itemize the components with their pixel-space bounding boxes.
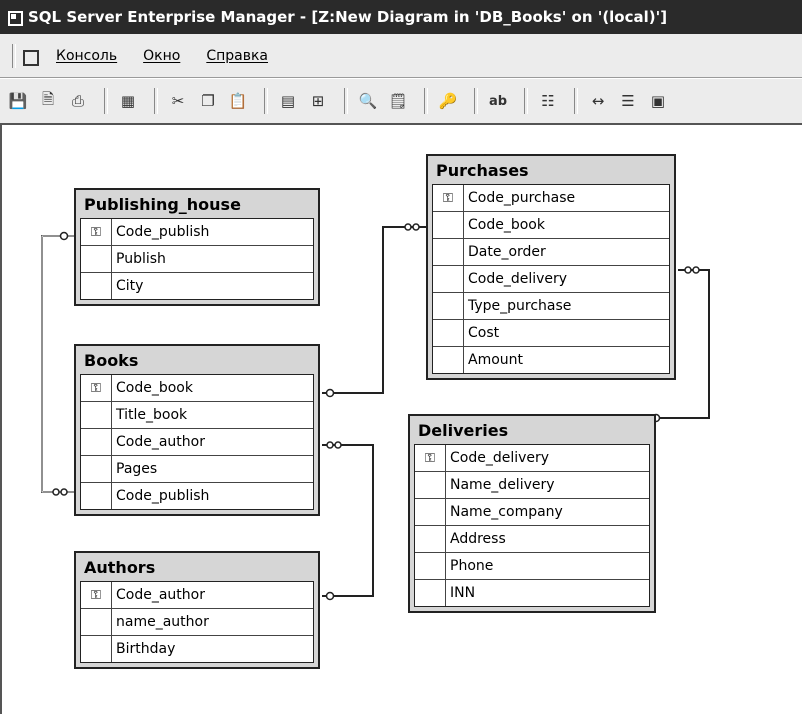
field-row[interactable]: INN xyxy=(415,580,649,606)
row-selector[interactable] xyxy=(81,273,112,299)
field-row[interactable]: ⚿ Code_purchase xyxy=(433,185,669,212)
field-name: INN xyxy=(450,585,476,601)
field-name: Name_delivery xyxy=(450,477,555,493)
field-name: Address xyxy=(450,531,506,547)
field-list: ⚿ Code_purchase Code_book Date_order Code_de… xyxy=(432,184,670,374)
field-name: Code_book xyxy=(468,217,545,233)
primary-key-icon[interactable]: ⚿ xyxy=(433,185,464,211)
table-books[interactable]: Books ⚿ Code_book Title_book Code_author Pag… xyxy=(74,344,320,516)
field-row[interactable]: Amount xyxy=(433,347,669,373)
table-authors[interactable]: Authors ⚿ Code_author name_author Birthday xyxy=(74,551,320,669)
primary-key-icon[interactable]: ⚿ xyxy=(81,375,112,401)
field-name: Code_delivery xyxy=(468,271,568,287)
row-selector[interactable] xyxy=(81,609,112,635)
field-list: ⚿ Code_publish Publish City xyxy=(80,218,314,300)
field-list: ⚿ Code_book Title_book Code_author Pages Code… xyxy=(80,374,314,510)
field-row[interactable]: Code_author xyxy=(81,429,313,456)
field-row[interactable]: Address xyxy=(415,526,649,553)
row-selector[interactable] xyxy=(433,266,464,292)
field-name: Code_author xyxy=(116,587,205,603)
row-selector[interactable] xyxy=(81,636,112,662)
field-row[interactable]: Title_book xyxy=(81,402,313,429)
relation-authors-books xyxy=(322,444,374,597)
field-row[interactable]: ⚿ Code_book xyxy=(81,375,313,402)
field-name: City xyxy=(116,278,144,294)
row-selector[interactable] xyxy=(415,526,446,552)
row-selector[interactable] xyxy=(415,499,446,525)
row-selector[interactable] xyxy=(433,320,464,346)
field-name: Birthday xyxy=(116,641,176,657)
row-selector[interactable] xyxy=(81,456,112,482)
field-row[interactable]: Code_delivery xyxy=(433,266,669,293)
field-name: Title_book xyxy=(116,407,188,423)
row-selector[interactable] xyxy=(81,246,112,272)
row-selector[interactable] xyxy=(415,472,446,498)
table-title: Authors xyxy=(84,558,156,577)
table-title: Books xyxy=(84,351,139,370)
table-title: Publishing_house xyxy=(84,195,241,214)
field-name: Code_author xyxy=(116,434,205,450)
field-row[interactable]: ⚿ Code_publish xyxy=(81,219,313,246)
relation-books-purchases xyxy=(322,226,426,394)
table-publishing-house[interactable]: Publishing_house ⚿ Code_publish Publish Cit… xyxy=(74,188,320,306)
field-list: ⚿ Code_author name_author Birthday xyxy=(80,581,314,663)
primary-key-icon[interactable]: ⚿ xyxy=(81,582,112,608)
row-selector[interactable] xyxy=(415,580,446,606)
field-row[interactable]: Date_order xyxy=(433,239,669,266)
primary-key-icon[interactable]: ⚿ xyxy=(81,219,112,245)
row-selector[interactable] xyxy=(81,429,112,455)
field-name: Date_order xyxy=(468,244,546,260)
field-name: Cost xyxy=(468,325,500,341)
field-list: ⚿ Code_delivery Name_delivery Name_company A… xyxy=(414,444,650,607)
row-selector[interactable] xyxy=(81,483,112,509)
field-row[interactable]: Birthday xyxy=(81,636,313,662)
field-row[interactable]: Phone xyxy=(415,553,649,580)
field-name: Code_delivery xyxy=(450,450,550,466)
relation-publish-books xyxy=(41,235,74,493)
row-selector[interactable] xyxy=(433,239,464,265)
field-row[interactable]: Code_book xyxy=(433,212,669,239)
field-name: Code_publish xyxy=(116,488,210,504)
field-row[interactable]: Name_company xyxy=(415,499,649,526)
field-row[interactable]: Pages xyxy=(81,456,313,483)
field-row[interactable]: Cost xyxy=(433,320,669,347)
field-row[interactable]: Code_publish xyxy=(81,483,313,509)
field-name: Name_company xyxy=(450,504,563,520)
field-name: Pages xyxy=(116,461,158,477)
table-purchases[interactable]: Purchases ⚿ Code_purchase Code_book Date_or… xyxy=(426,154,676,380)
row-selector[interactable] xyxy=(81,402,112,428)
field-name: name_author xyxy=(116,614,209,630)
table-deliveries[interactable]: Deliveries ⚿ Code_delivery Name_delivery Na… xyxy=(408,414,656,613)
field-row[interactable]: Name_delivery xyxy=(415,472,649,499)
row-selector[interactable] xyxy=(433,293,464,319)
field-name: Phone xyxy=(450,558,494,574)
row-selector[interactable] xyxy=(433,212,464,238)
field-row[interactable]: Publish xyxy=(81,246,313,273)
table-title: Purchases xyxy=(436,161,529,180)
field-name: Code_publish xyxy=(116,224,210,240)
field-row[interactable]: name_author xyxy=(81,609,313,636)
field-row[interactable]: ⚿ Code_delivery xyxy=(415,445,649,472)
field-name: Code_purchase xyxy=(468,190,576,206)
field-row[interactable]: City xyxy=(81,273,313,299)
primary-key-icon[interactable]: ⚿ xyxy=(415,445,446,471)
field-row[interactable]: ⚿ Code_author xyxy=(81,582,313,609)
table-title: Deliveries xyxy=(418,421,509,440)
field-name: Amount xyxy=(468,352,524,368)
field-name: Type_purchase xyxy=(468,298,572,314)
field-name: Code_book xyxy=(116,380,193,396)
field-name: Publish xyxy=(116,251,166,267)
row-selector[interactable] xyxy=(415,553,446,579)
row-selector[interactable] xyxy=(433,347,464,373)
field-row[interactable]: Type_purchase xyxy=(433,293,669,320)
